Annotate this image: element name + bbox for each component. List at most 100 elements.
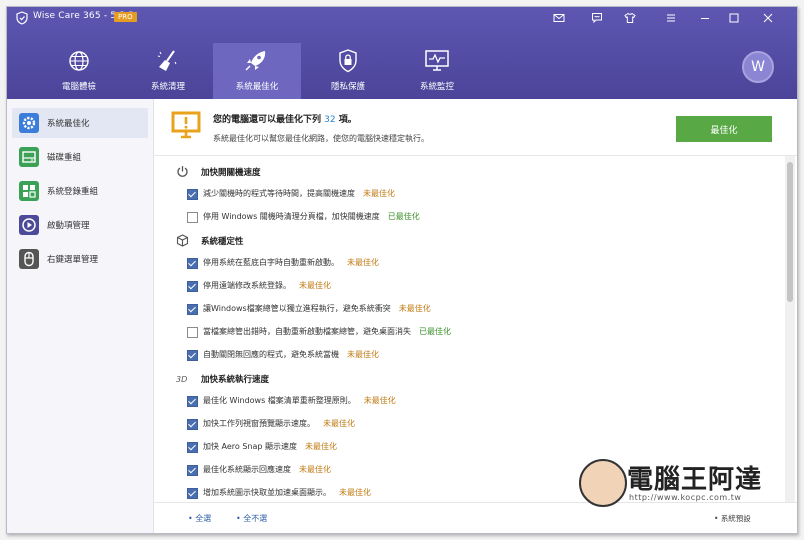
maximize-button[interactable] bbox=[726, 10, 742, 26]
optimization-list: 加快開關機速度 減少關機時的程式等待時間，提高關機速度 未最佳化 停用 Windo… bbox=[154, 156, 785, 502]
sidebar-item-label: 系統登錄重組 bbox=[47, 187, 99, 197]
close-button[interactable] bbox=[760, 10, 776, 26]
issue-count: 32 bbox=[324, 115, 336, 125]
banner-title: 您的電腦還可以最佳化下列 32 項。 bbox=[213, 115, 357, 125]
tab-system-cleaner[interactable]: 系統清理 bbox=[124, 43, 212, 99]
status-label: 未最佳化 bbox=[398, 304, 431, 313]
chat-icon bbox=[592, 13, 602, 24]
scan-globe-icon bbox=[69, 51, 89, 71]
section-title: 系統穩定性 bbox=[201, 237, 244, 247]
tab-label: 系統監控 bbox=[419, 82, 454, 92]
item-checkbox[interactable] bbox=[187, 304, 198, 315]
menu-button[interactable] bbox=[663, 10, 679, 26]
watermark-url: http://www.kocpc.com.tw bbox=[629, 493, 742, 502]
tab-system-tuneup[interactable]: 系統最佳化 bbox=[213, 43, 301, 99]
power-icon bbox=[177, 166, 188, 177]
mouse-icon bbox=[19, 249, 39, 269]
header: Wise Care 365 - 5.3.2 PRO 電腦體檢 系統清理 系統最佳… bbox=[7, 7, 797, 99]
select-all-link[interactable]: 全選 bbox=[188, 513, 211, 524]
svg-text:3D: 3D bbox=[176, 375, 187, 384]
menu-icon bbox=[667, 14, 675, 22]
startup-play-icon bbox=[19, 215, 39, 235]
mail-icon bbox=[553, 14, 565, 22]
chat-button[interactable] bbox=[589, 10, 605, 26]
item-checkbox[interactable] bbox=[187, 396, 198, 407]
status-label: 未最佳化 bbox=[339, 488, 371, 497]
item-text: 停用系統在藍底白字時自動重新啟動。 bbox=[203, 258, 339, 267]
3d-icon: 3D bbox=[176, 375, 187, 384]
item-checkbox[interactable] bbox=[187, 488, 198, 499]
avatar[interactable]: W bbox=[742, 51, 774, 83]
item-checkbox[interactable] bbox=[187, 327, 198, 338]
item-checkbox[interactable] bbox=[187, 258, 198, 269]
sidebar-item-registry-defrag[interactable]: 系統登錄重組 bbox=[12, 176, 148, 206]
item-checkbox[interactable] bbox=[187, 189, 198, 200]
pro-badge: PRO bbox=[114, 12, 137, 22]
item-checkbox[interactable] bbox=[187, 465, 198, 476]
minimize-button[interactable] bbox=[697, 10, 713, 26]
item-text: 最佳化 Windows 檔案清單重新整理原則。 bbox=[203, 396, 356, 405]
monitor-pulse-icon bbox=[425, 50, 449, 71]
item-checkbox[interactable] bbox=[187, 212, 198, 223]
app-logo-icon bbox=[16, 11, 28, 25]
item-text: 增加系統圖示快取並加速桌面顯示。 bbox=[203, 488, 331, 497]
item-text: 停用遠端修改系統登錄。 bbox=[203, 281, 291, 290]
item-checkbox[interactable] bbox=[187, 419, 198, 430]
sidebar: 系統最佳化 磁碟重組 系統登錄重組 啟動項管理 右鍵選單管理 bbox=[7, 99, 154, 533]
scrollbar-thumb[interactable] bbox=[787, 162, 793, 302]
tab-label: 系統清理 bbox=[150, 82, 185, 92]
sidebar-item-context-menu[interactable]: 右鍵選單管理 bbox=[12, 244, 148, 274]
item-checkbox[interactable] bbox=[187, 281, 198, 292]
warning-monitor-icon bbox=[171, 111, 201, 139]
status-label: 未最佳化 bbox=[363, 396, 396, 405]
select-none-link[interactable]: 全不選 bbox=[236, 513, 267, 524]
maximize-icon bbox=[729, 13, 739, 23]
item-text: 讓Windows檔案總管以獨立進程執行，避免系統衝突 bbox=[203, 304, 391, 313]
close-icon bbox=[763, 13, 773, 23]
tab-label: 系統最佳化 bbox=[235, 82, 279, 92]
app-window: Wise Care 365 - 5.3.2 PRO 電腦體檢 系統清理 系統最佳… bbox=[6, 6, 798, 534]
item-checkbox[interactable] bbox=[187, 350, 198, 361]
section-title: 加快開關機速度 bbox=[201, 168, 261, 178]
list-scrollbar[interactable] bbox=[785, 156, 795, 502]
item-text: 加快工作列視窗預覽顯示速度。 bbox=[203, 419, 315, 428]
sidebar-item-label: 磁碟重組 bbox=[47, 153, 82, 163]
item-text: 減少關機時的程式等待時間，提高關機速度 bbox=[203, 189, 355, 198]
summary-banner: 您的電腦還可以最佳化下列 32 項。 系統最佳化可以幫您最佳化網路，使您的電腦快… bbox=[154, 99, 797, 156]
status-label: 未最佳化 bbox=[299, 281, 331, 290]
item-text: 當檔案總管出錯時，自動重新啟動檔案總管，避免桌面消失 bbox=[203, 327, 411, 336]
mail-button[interactable] bbox=[551, 10, 567, 26]
tab-privacy-protector[interactable]: 隱私保護 bbox=[304, 43, 392, 99]
sidebar-item-label: 啟動項管理 bbox=[47, 221, 90, 231]
minimize-icon bbox=[701, 18, 709, 19]
registry-icon bbox=[19, 181, 39, 201]
gear-icon bbox=[19, 113, 39, 133]
sidebar-item-disk-defrag[interactable]: 磁碟重組 bbox=[12, 142, 148, 172]
item-checkbox[interactable] bbox=[187, 442, 198, 453]
sidebar-item-startup-manager[interactable]: 啟動項管理 bbox=[12, 210, 148, 240]
status-label: 已最佳化 bbox=[419, 327, 451, 336]
sidebar-item-system-tuneup[interactable]: 系統最佳化 bbox=[12, 108, 148, 138]
tab-system-monitor[interactable]: 系統監控 bbox=[393, 43, 481, 99]
status-label: 未最佳化 bbox=[305, 442, 338, 451]
cube-icon bbox=[176, 234, 189, 247]
item-text: 自動關閉無回應的程式，避免系統當機 bbox=[203, 350, 339, 359]
status-label: 已最佳化 bbox=[387, 212, 420, 221]
status-label: 未最佳化 bbox=[347, 258, 379, 267]
tab-pc-checkup[interactable]: 電腦體檢 bbox=[35, 43, 123, 99]
skin-button[interactable] bbox=[622, 10, 638, 26]
sidebar-item-label: 右鍵選單管理 bbox=[47, 255, 99, 265]
rocket-icon bbox=[245, 51, 266, 71]
status-label: 未最佳化 bbox=[347, 350, 379, 359]
watermark: 電腦王阿達 http://www.kocpc.com.tw bbox=[579, 455, 779, 515]
tab-label: 隱私保護 bbox=[330, 82, 365, 92]
item-text: 最佳化系統顯示回應速度 bbox=[203, 465, 291, 474]
disk-icon bbox=[19, 147, 39, 167]
watermark-face-icon bbox=[579, 459, 627, 507]
lock-shield-icon bbox=[339, 49, 357, 73]
optimize-button[interactable]: 最佳化 bbox=[676, 116, 772, 142]
item-text: 加快 Aero Snap 顯示速度 bbox=[203, 442, 298, 451]
status-label: 未最佳化 bbox=[323, 419, 355, 428]
banner-subtitle: 系統最佳化可以幫您最佳化網路，使您的電腦快速穩定執行。 bbox=[213, 134, 429, 143]
broom-icon bbox=[157, 50, 177, 71]
